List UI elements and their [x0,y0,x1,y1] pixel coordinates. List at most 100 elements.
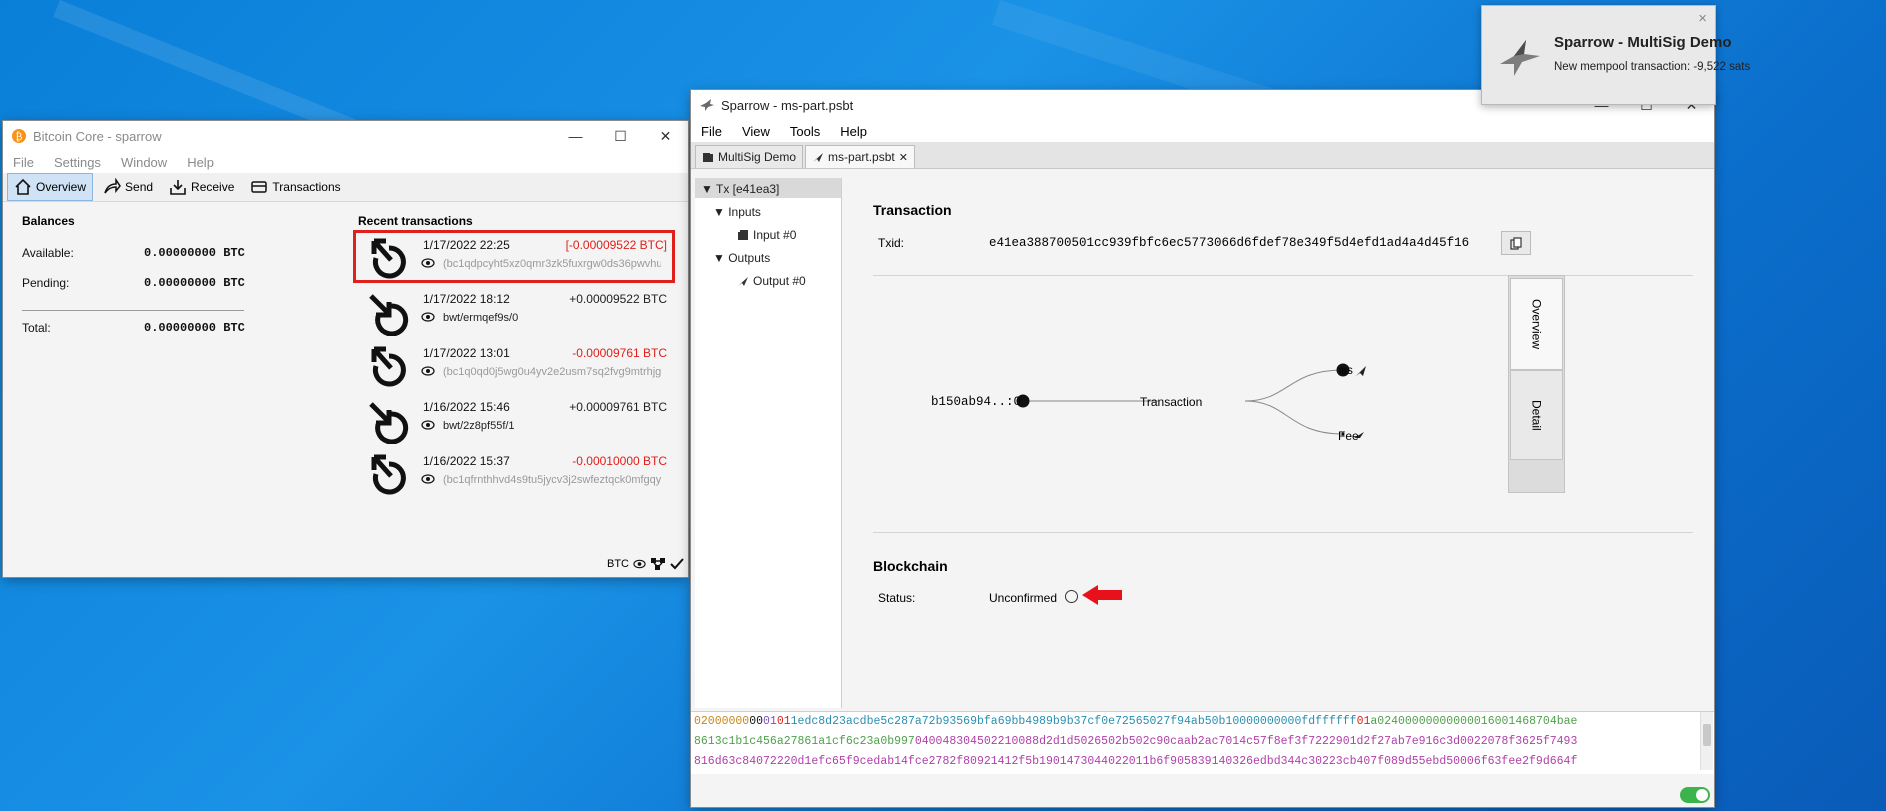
blockchain-heading: Blockchain [873,558,948,574]
side-tab-overview-label: Overview [1529,298,1544,349]
tree-input-0-label: Input #0 [753,228,797,242]
section-divider [873,532,1693,533]
tx-address: (bc1qdpcyht5xz0qmr3zk5fuxrgw0ds36pwvhuk [443,258,661,270]
wallet-icon [703,152,713,162]
bitcoin-core-window: ₿ Bitcoin Core - sparrow — ☐ ✕ File Sett… [3,121,688,577]
toggle-knob [1696,789,1708,801]
tab-receive-label: Receive [191,180,235,194]
unit-label[interactable]: BTC [607,558,629,570]
available-label: Available: [22,246,74,260]
transactions-icon [251,181,268,193]
minimize-button[interactable]: — [553,121,598,151]
notification-close-button[interactable]: × [1698,10,1707,27]
input-outpoint-label[interactable]: b150ab94..:0 [931,395,1021,409]
copy-txid-button[interactable] [1501,231,1531,255]
tab-receive[interactable]: Receive [163,174,240,200]
menu-settings[interactable]: Settings [44,155,111,170]
transaction-row[interactable]: 1/16/2022 15:37 -0.00010000 BTC (bc1qfrn… [357,446,687,500]
tree-outputs-label: Outputs [728,251,771,265]
synced-check-icon [670,558,684,570]
tab-close-icon[interactable]: ✕ [899,151,908,164]
menu-file[interactable]: File [3,155,44,170]
bitcoin-logo-icon: ₿ [11,128,27,144]
tx-address: (bc1q0qd0j5wg0u4yv2e2usm7sq2fvg9mtrhjg9i [443,366,661,378]
window-title: Bitcoin Core - sparrow [33,128,162,144]
window-title: Sparrow - ms-part.psbt [721,97,854,113]
scrollbar-thumb[interactable] [1703,724,1711,746]
outgoing-arrow-icon [371,346,406,387]
hex-segment: 4bae [1549,715,1578,728]
hex-segment: 01 [1356,715,1371,728]
tab-transactions[interactable]: Transactions [244,174,346,200]
transaction-tree: ▼ Tx [e41ea3] ▼ Inputs Input #0 ▼ Output… [695,178,842,708]
side-tab-overview[interactable]: Overview [1510,278,1563,370]
hex-segment: 816d63c84072220d1efc65f9cedab14fce2782f8… [694,755,1578,768]
tree-root[interactable]: ▼ Tx [e41ea3] [701,182,779,196]
menu-window[interactable]: Window [111,155,177,170]
tree-output-0[interactable]: Output #0 [737,274,806,288]
send-icon [813,152,824,162]
input-icon [738,229,748,240]
tree-outputs[interactable]: ▼ Outputs [713,251,770,265]
hex-segment: 1edc8d23acdbe5c287a72b93569bfa69bb4989b9… [790,715,1233,728]
sparrow-logo-icon [699,97,715,113]
tx-date: 1/17/2022 13:01 [423,346,510,360]
status-label: Status: [878,591,916,605]
tree-input-0[interactable]: Input #0 [737,228,796,242]
tab-overview[interactable]: Overview [7,173,94,201]
output-fee-label: Fee [1338,429,1359,443]
tab-overview-label: Overview [36,180,87,194]
tab-ms-part-psbt[interactable]: ms-part.psbt ✕ [805,145,915,168]
toggle-switch[interactable] [1680,787,1710,803]
hex-scrollbar[interactable] [1700,712,1713,770]
available-value: 0.00000000 BTC [144,246,245,260]
tree-inputs[interactable]: ▼ Inputs [713,205,761,219]
toolbar: Overview Send Receive Transactions [3,173,688,202]
close-button[interactable]: ✕ [643,121,688,151]
menu-file[interactable]: File [691,124,732,139]
transaction-row[interactable]: 1/16/2022 15:46 +0.00009761 BTC bwt/2z8p… [357,392,687,446]
total-label: Total: [22,321,51,335]
tx-date: 1/16/2022 15:46 [423,400,510,414]
transaction-row[interactable]: 1/17/2022 18:12 +0.00009522 BTC bwt/ermq… [357,284,687,338]
psbt-hex-view[interactable]: 020000000001011edc8d23acdbe5c287a72b9356… [691,711,1714,774]
txid-value[interactable]: e41ea388700501cc939fbfc6ec5773066d6fdef7… [989,236,1469,250]
sparrow-bird-icon [1500,40,1540,76]
menu-help[interactable]: Help [177,155,224,170]
menu-help[interactable]: Help [830,124,877,139]
side-tab-detail[interactable]: Detail [1510,370,1563,460]
section-divider [873,275,1693,276]
notification-toast[interactable]: Sparrow - MultiSig Demo New mempool tran… [1481,5,1750,105]
hex-line: 8613c1b1c456a27861a1cf6c23a0b99704004830… [691,732,1714,752]
title-bar[interactable]: ₿ Bitcoin Core - sparrow — ☐ ✕ [3,121,688,151]
balance-divider [22,310,244,311]
outgoing-arrow-icon [371,238,406,279]
incoming-arrow-icon [369,294,409,336]
transaction-row[interactable]: 1/17/2022 22:25 [-0.00009522 BTC] (bc1qd… [353,230,687,284]
send-icon [104,178,121,194]
hex-segment: 8613c1b1c456a27861a1cf6c23a0b997 [694,735,915,748]
maximize-button[interactable]: ☐ [598,121,643,151]
network-icon[interactable] [650,557,666,571]
menu-view[interactable]: View [732,124,780,139]
unconfirmed-circle-icon [1065,590,1078,603]
total-value: 0.00000000 BTC [144,321,245,335]
tab-send[interactable]: Send [97,174,159,200]
tree-inputs-label: Inputs [728,205,761,219]
tree-root-label: Tx [e41ea3] [716,182,780,196]
eye-icon [421,258,435,268]
tab-multisig-demo[interactable]: MultiSig Demo [695,145,804,168]
output-ms-label[interactable]: ms [1339,364,1353,378]
txid-label: Txid: [878,236,905,250]
pending-value: 0.00000000 BTC [144,276,245,290]
hex-segment: 01 [763,715,777,728]
eye-icon [421,366,435,376]
transaction-row[interactable]: 1/17/2022 13:01 -0.00009761 BTC (bc1q0qd… [357,338,687,392]
transaction-node-label: Transaction [1140,395,1203,409]
hex-line: 816d63c84072220d1efc65f9cedab14fce2782f8… [691,752,1714,772]
eye-icon[interactable] [633,559,646,569]
hex-line: 020000000001011edc8d23acdbe5c287a72b9356… [691,712,1714,732]
status-bar: BTC [607,557,684,571]
tx-amount: [-0.00009522 BTC] [565,238,667,252]
menu-tools[interactable]: Tools [780,124,830,139]
